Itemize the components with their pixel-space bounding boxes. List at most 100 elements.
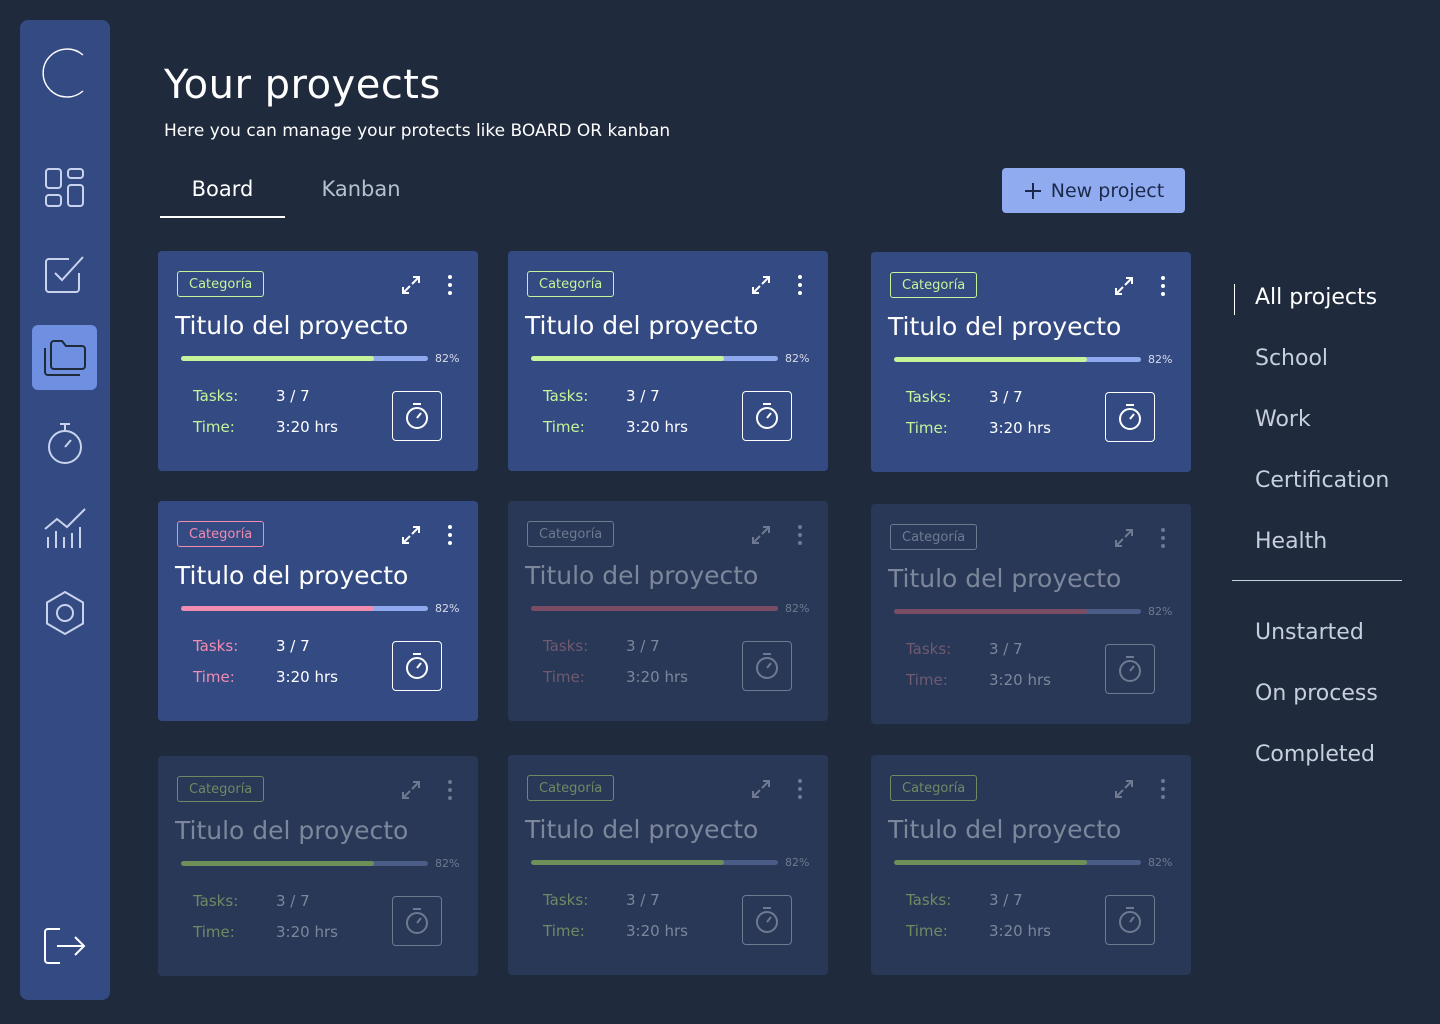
logout-button[interactable] [32, 913, 97, 978]
category-badge[interactable]: Categoría [177, 776, 265, 802]
more-options-icon[interactable] [446, 779, 454, 805]
time-value: 3:20 hrs [626, 418, 688, 436]
expand-icon[interactable] [400, 274, 422, 300]
filter-certification[interactable]: Certification [1255, 468, 1389, 493]
filter-health[interactable]: Health [1255, 529, 1327, 554]
progress-fill [531, 356, 724, 361]
project-card[interactable]: Categoría Titulo del proyecto 82% Tasks:… [508, 501, 828, 721]
start-timer-button[interactable] [1105, 644, 1155, 694]
start-timer-button[interactable] [742, 895, 792, 945]
sidebar-item-dashboard[interactable] [32, 155, 97, 220]
filter-on-process[interactable]: On process [1255, 681, 1378, 706]
more-options-icon[interactable] [796, 274, 804, 300]
tasks-label: Tasks: [906, 640, 952, 658]
tasks-value: 3 / 7 [989, 891, 1023, 909]
start-timer-button[interactable] [392, 641, 442, 691]
category-badge[interactable]: Categoría [890, 775, 978, 801]
progress-fill [531, 860, 724, 865]
tasks-value: 3 / 7 [989, 388, 1023, 406]
app-logo[interactable] [32, 40, 97, 105]
time-value: 3:20 hrs [989, 922, 1051, 940]
new-project-button[interactable]: New project [1002, 168, 1185, 213]
progress-percent: 82% [435, 602, 460, 615]
filter-divider [1232, 580, 1402, 581]
time-value: 3:20 hrs [276, 418, 338, 436]
more-options-icon[interactable] [1159, 275, 1167, 301]
progress-percent: 82% [435, 857, 460, 870]
time-label: Time: [906, 671, 948, 689]
progress-percent: 82% [785, 352, 810, 365]
stopwatch-icon [406, 403, 428, 429]
stopwatch-icon [756, 403, 778, 429]
expand-icon[interactable] [1113, 527, 1135, 553]
project-card[interactable]: Categoría Titulo del proyecto 82% Tasks:… [508, 251, 828, 471]
category-badge[interactable]: Categoría [890, 272, 978, 298]
page-subtitle: Here you can manage your protects like B… [164, 121, 671, 141]
sidebar-item-stats[interactable] [32, 495, 97, 560]
category-badge[interactable]: Categoría [177, 521, 265, 547]
stopwatch-icon [756, 653, 778, 679]
progress-fill [894, 609, 1087, 614]
project-card[interactable]: Categoría Titulo del proyecto 82% Tasks:… [158, 501, 478, 721]
progress-percent: 82% [1148, 605, 1173, 618]
tab-board[interactable]: Board [160, 172, 285, 218]
expand-icon[interactable] [1113, 275, 1135, 301]
tasks-value: 3 / 7 [626, 637, 660, 655]
stopwatch-icon [406, 653, 428, 679]
expand-icon[interactable] [750, 524, 772, 550]
tasks-label: Tasks: [906, 388, 952, 406]
progress-bar [531, 606, 778, 611]
start-timer-button[interactable] [742, 641, 792, 691]
more-options-icon[interactable] [1159, 778, 1167, 804]
more-options-icon[interactable] [796, 778, 804, 804]
progress-percent: 82% [1148, 856, 1173, 869]
project-card[interactable]: Categoría Titulo del proyecto 82% Tasks:… [871, 504, 1191, 724]
tab-kanban[interactable]: Kanban [300, 172, 422, 218]
project-card[interactable]: Categoría Titulo del proyecto 82% Tasks:… [508, 755, 828, 975]
project-title: Titulo del proyecto [175, 816, 409, 845]
tasks-value: 3 / 7 [626, 891, 660, 909]
sidebar-item-projects[interactable] [32, 325, 97, 390]
start-timer-button[interactable] [1105, 895, 1155, 945]
expand-icon[interactable] [750, 274, 772, 300]
category-badge[interactable]: Categoría [890, 524, 978, 550]
start-timer-button[interactable] [392, 896, 442, 946]
category-badge[interactable]: Categoría [527, 271, 615, 297]
sidebar-item-settings[interactable] [32, 580, 97, 645]
filter-school[interactable]: School [1255, 346, 1328, 371]
filter-all-projects[interactable]: All projects [1255, 285, 1377, 310]
sidebar-item-timer[interactable] [32, 410, 97, 475]
project-card[interactable]: Categoría Titulo del proyecto 82% Tasks:… [871, 252, 1191, 472]
project-title: Titulo del proyecto [888, 815, 1122, 844]
more-options-icon[interactable] [796, 524, 804, 550]
time-label: Time: [193, 418, 235, 436]
progress-fill [181, 606, 374, 611]
category-badge[interactable]: Categoría [177, 271, 265, 297]
start-timer-button[interactable] [392, 391, 442, 441]
category-badge[interactable]: Categoría [527, 521, 615, 547]
category-badge[interactable]: Categoría [527, 775, 615, 801]
filter-completed[interactable]: Completed [1255, 742, 1375, 767]
project-card[interactable]: Categoría Titulo del proyecto 82% Tasks:… [158, 756, 478, 976]
progress-fill [894, 357, 1087, 362]
more-options-icon[interactable] [446, 274, 454, 300]
expand-icon[interactable] [400, 524, 422, 550]
progress-percent: 82% [435, 352, 460, 365]
start-timer-button[interactable] [1105, 392, 1155, 442]
expand-icon[interactable] [750, 778, 772, 804]
progress-bar [181, 606, 428, 611]
project-card[interactable]: Categoría Titulo del proyecto 82% Tasks:… [871, 755, 1191, 975]
more-options-icon[interactable] [1159, 527, 1167, 553]
sidebar-item-tasks[interactable] [32, 240, 97, 305]
progress-bar [894, 609, 1141, 614]
filter-work[interactable]: Work [1255, 407, 1311, 432]
expand-icon[interactable] [400, 779, 422, 805]
plus-icon [1024, 182, 1041, 199]
more-options-icon[interactable] [446, 524, 454, 550]
stopwatch-icon [756, 907, 778, 933]
filter-unstarted[interactable]: Unstarted [1255, 620, 1364, 645]
project-card[interactable]: Categoría Titulo del proyecto 82% Tasks:… [158, 251, 478, 471]
start-timer-button[interactable] [742, 391, 792, 441]
project-title: Titulo del proyecto [175, 311, 409, 340]
expand-icon[interactable] [1113, 778, 1135, 804]
